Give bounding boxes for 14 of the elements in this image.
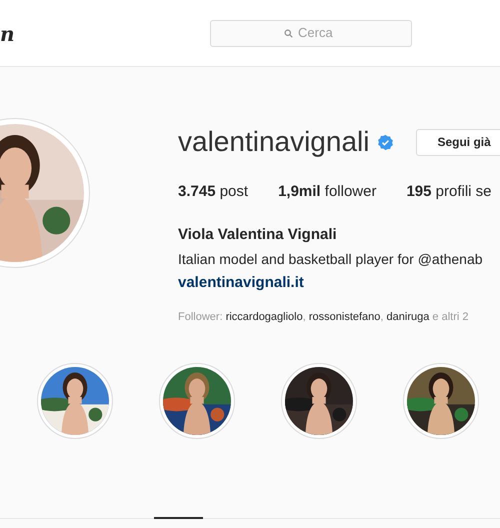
- logo[interactable]: n: [0, 19, 30, 49]
- profile-stat: 3.745 post: [178, 182, 248, 202]
- followed-by-text: Follower: riccardogagliolo, rossonistefano, daniruga e altri 2: [178, 310, 470, 324]
- search-field[interactable]: Cerca: [210, 20, 412, 46]
- profile-stat[interactable]: 195 profili se: [406, 181, 492, 204]
- full-name: Viola Valentina Vignali: [178, 224, 338, 244]
- active-tab-indicator: [154, 517, 203, 519]
- website-link[interactable]: valentinavignali.it: [178, 272, 500, 294]
- search-icon: [284, 28, 293, 38]
- profile-stat[interactable]: 1,9mil follower: [278, 181, 376, 204]
- bio-text: Italian model and basketball player for @athenab: [178, 250, 484, 269]
- follow-button[interactable]: Segui già: [416, 128, 500, 156]
- username: valentinavignali: [178, 128, 370, 156]
- search-input[interactable]: Cerca: [298, 23, 338, 43]
